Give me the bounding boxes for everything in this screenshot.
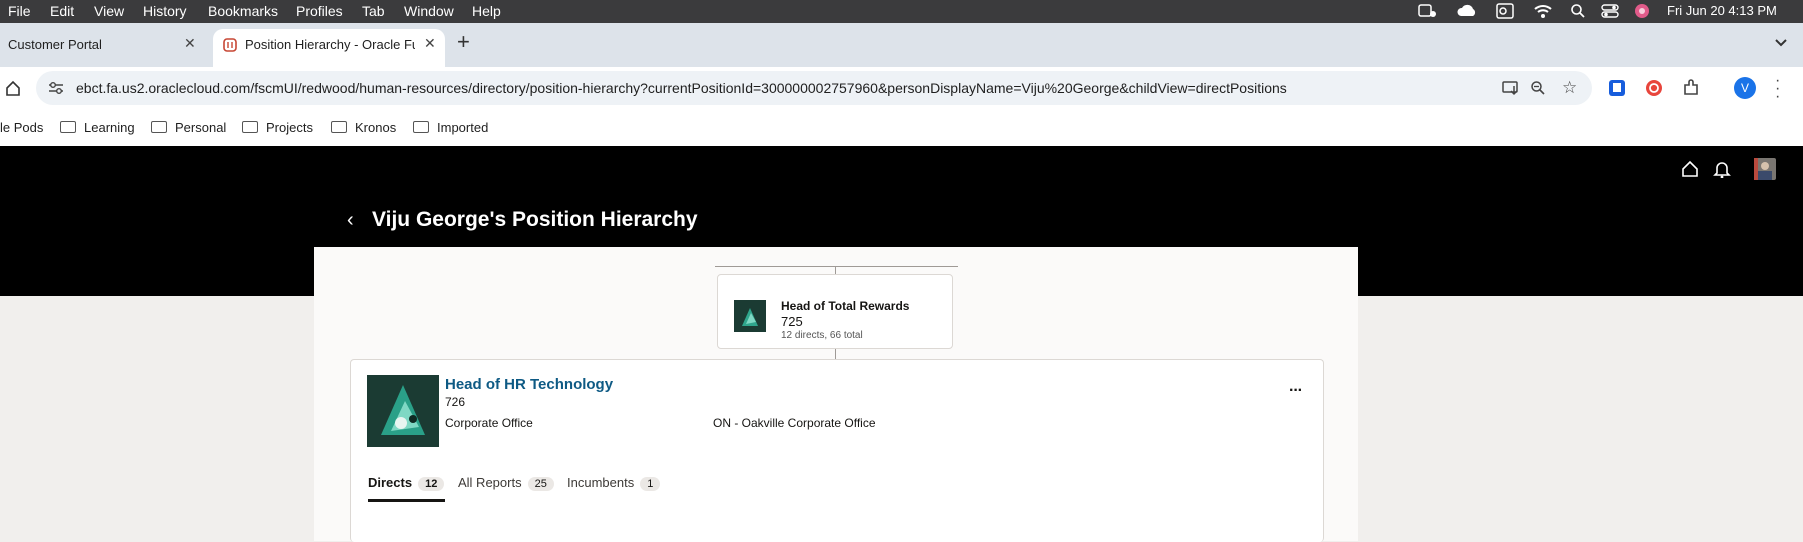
- teams-status-icon[interactable]: [1418, 3, 1436, 22]
- menu-profiles[interactable]: Profiles: [296, 3, 343, 19]
- clock[interactable]: Fri Jun 20 4:13 PM: [1667, 3, 1777, 18]
- menu-bookmarks[interactable]: Bookmarks: [208, 3, 278, 19]
- bookmark-label: Imported: [437, 120, 489, 135]
- count-badge: 1: [640, 477, 661, 491]
- folder-icon: [413, 121, 429, 133]
- bookmark-star-icon[interactable]: ☆: [1562, 78, 1577, 98]
- bookmark-folder-learning[interactable]: Learning: [60, 120, 135, 135]
- bookmark-label: Kronos: [355, 120, 397, 135]
- connector-line: [835, 348, 836, 359]
- menu-edit[interactable]: Edit: [50, 3, 74, 19]
- url-text[interactable]: ebct.fa.us2.oraclecloud.com/fscmUI/redwo…: [76, 80, 1287, 96]
- address-bar[interactable]: ebct.fa.us2.oraclecloud.com/fscmUI/redwo…: [36, 71, 1592, 105]
- spotlight-search-icon[interactable]: [1570, 3, 1586, 22]
- cloud-icon[interactable]: [1456, 3, 1478, 22]
- wifi-icon[interactable]: [1533, 3, 1553, 22]
- position-avatar-icon: [734, 300, 766, 332]
- menu-view[interactable]: View: [94, 3, 124, 19]
- new-tab-button[interactable]: +: [457, 29, 470, 55]
- parent-position-number: 725: [781, 314, 803, 329]
- tab-label: Directs: [368, 475, 413, 490]
- back-chevron-icon[interactable]: ‹: [347, 209, 354, 232]
- apple-menu-file[interactable]: File: [8, 3, 31, 19]
- home-icon[interactable]: [1681, 160, 1699, 183]
- more-vertical-icon[interactable]: · · ·: [1775, 73, 1780, 105]
- bookmark-label: Projects: [266, 120, 313, 135]
- menu-history[interactable]: History: [143, 3, 187, 19]
- install-app-icon[interactable]: [1502, 80, 1520, 101]
- tab-all-reports[interactable]: All Reports 25: [458, 475, 554, 491]
- position-avatar-icon: [367, 375, 439, 447]
- user-avatar[interactable]: [1754, 158, 1776, 180]
- oracle-favicon-icon: [223, 38, 237, 55]
- tab-title: Position Hierarchy - Oracle Fu: [245, 37, 415, 52]
- close-icon[interactable]: ✕: [424, 35, 436, 52]
- folder-icon: [242, 121, 258, 133]
- bookmark-folder-projects[interactable]: Projects: [242, 120, 313, 135]
- tab-customer-portal[interactable]: Customer Portal ✕: [0, 29, 210, 61]
- menu-tab[interactable]: Tab: [362, 3, 385, 19]
- home-icon[interactable]: [5, 80, 21, 101]
- bookmark-folder-personal[interactable]: Personal: [151, 120, 226, 135]
- parent-position-card[interactable]: Head of Total Rewards 725 12 directs, 66…: [717, 274, 953, 349]
- bookmark-label: Personal: [175, 120, 227, 135]
- active-tab-indicator: [368, 499, 445, 502]
- parent-position-counts: 12 directs, 66 total: [781, 330, 863, 341]
- tab-directs[interactable]: Directs 12: [368, 475, 445, 502]
- tab-label: Incumbents: [567, 475, 635, 490]
- tab-title: Customer Portal: [8, 37, 102, 52]
- position-title-link[interactable]: Head of HR Technology: [445, 376, 613, 393]
- close-icon[interactable]: ✕: [184, 35, 196, 52]
- browser-tab-strip: Customer Portal ✕ Position Hierarchy - O…: [0, 23, 1803, 67]
- siri-icon[interactable]: [1634, 3, 1650, 22]
- extension-bitwarden-icon[interactable]: [1608, 79, 1626, 102]
- page-title: Viju George's Position Hierarchy: [372, 208, 698, 231]
- profile-avatar[interactable]: V: [1734, 77, 1756, 99]
- bookmark-item[interactable]: le Pods: [0, 120, 43, 135]
- tab-label: All Reports: [458, 475, 522, 490]
- outlook-icon[interactable]: [1496, 3, 1514, 22]
- extensions-puzzle-icon[interactable]: [1682, 79, 1700, 102]
- folder-icon: [331, 121, 347, 133]
- menu-help[interactable]: Help: [472, 3, 501, 19]
- tab-incumbents[interactable]: Incumbents 1: [567, 475, 661, 491]
- extension-red-icon[interactable]: [1645, 79, 1663, 102]
- browser-toolbar: ebct.fa.us2.oraclecloud.com/fscmUI/redwo…: [0, 67, 1803, 111]
- folder-icon: [60, 121, 76, 133]
- menu-window[interactable]: Window: [404, 3, 454, 19]
- position-department: Corporate Office: [445, 416, 533, 430]
- site-settings-icon[interactable]: [48, 81, 64, 100]
- position-number: 726: [445, 395, 466, 409]
- bookmark-folder-kronos[interactable]: Kronos: [331, 120, 396, 135]
- count-badge: 25: [527, 477, 554, 491]
- macos-menu-bar: File Edit View History Bookmarks Profile…: [0, 0, 1803, 23]
- bookmark-label: Learning: [84, 120, 135, 135]
- tab-position-hierarchy[interactable]: Position Hierarchy - Oracle Fu ✕: [213, 29, 445, 67]
- connector-line: [715, 266, 958, 267]
- current-position-card: Head of HR Technology 726 Corporate Offi…: [350, 359, 1324, 542]
- bookmarks-bar: le Pods Learning Personal Projects Krono…: [0, 111, 1803, 147]
- zoom-icon[interactable]: [1530, 80, 1546, 101]
- chevron-down-icon[interactable]: [1774, 35, 1788, 53]
- folder-icon: [151, 121, 167, 133]
- count-badge: 12: [418, 477, 445, 491]
- control-center-icon[interactable]: [1601, 3, 1619, 22]
- bookmark-folder-imported[interactable]: Imported: [413, 120, 488, 135]
- position-location: ON - Oakville Corporate Office: [713, 416, 876, 430]
- more-actions-button[interactable]: ···: [1289, 382, 1303, 400]
- hierarchy-panel: Head of Total Rewards 725 12 directs, 66…: [314, 247, 1358, 542]
- parent-position-title: Head of Total Rewards: [781, 299, 910, 313]
- notifications-bell-icon[interactable]: [1713, 160, 1731, 183]
- connector-line: [835, 266, 836, 274]
